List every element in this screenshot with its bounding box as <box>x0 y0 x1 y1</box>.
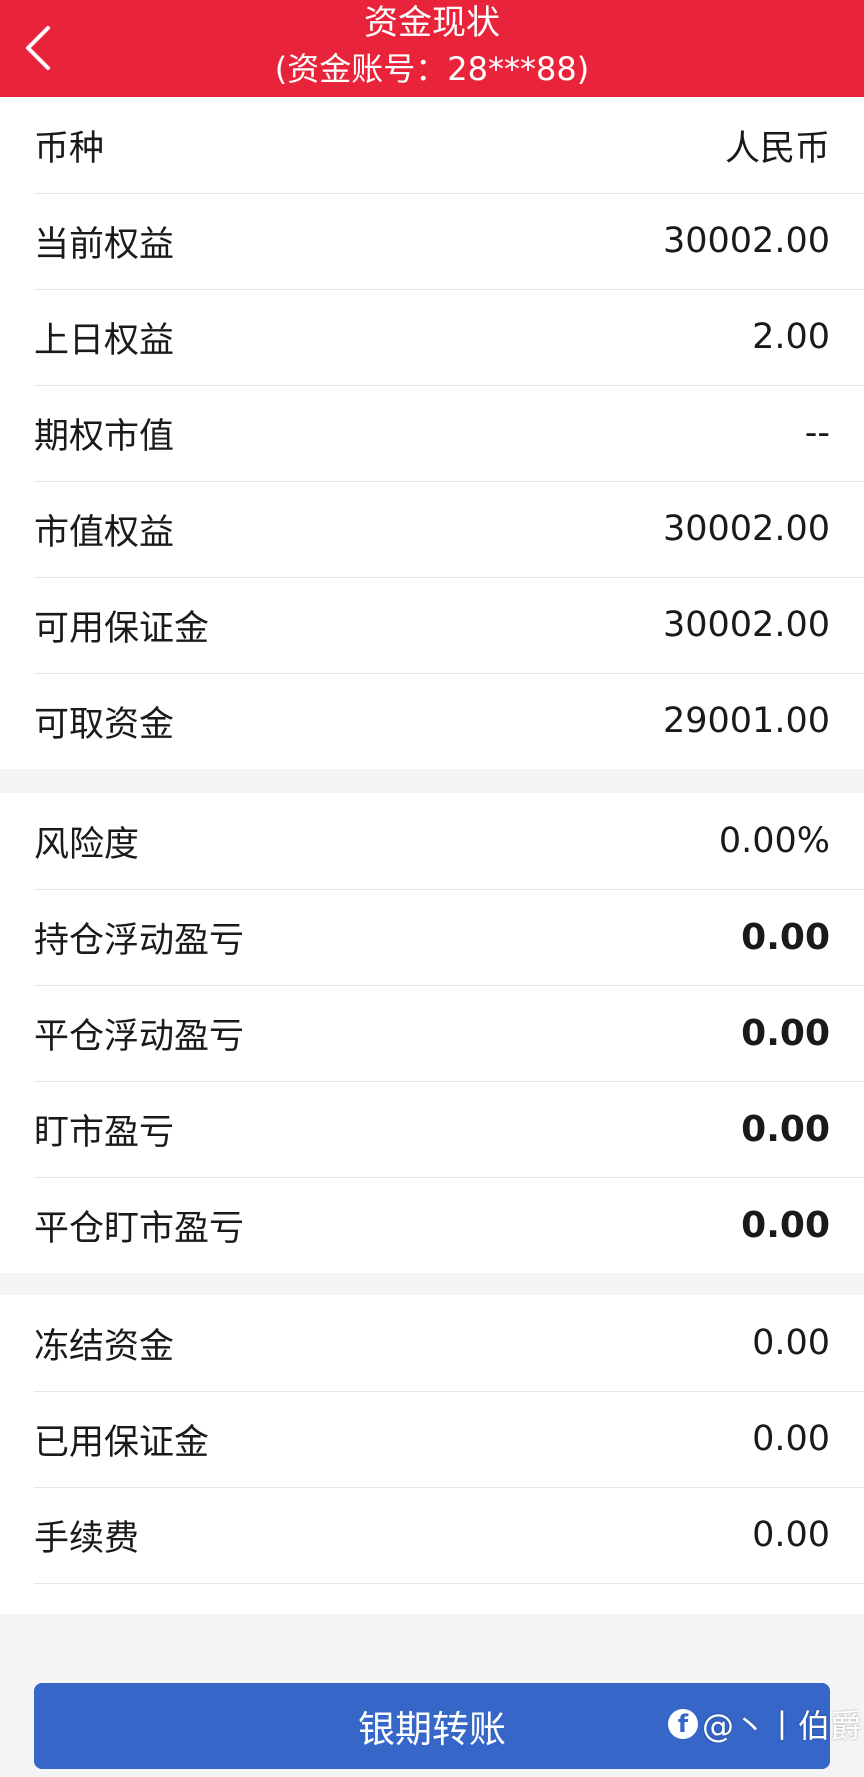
row-current-equity: 当前权益 30002.00 <box>0 193 864 289</box>
row-value: 2.00 <box>752 317 830 357</box>
row-label: 风险度 <box>34 824 140 865</box>
row-currency: 币种 人民币 <box>0 97 864 193</box>
page-title: 资金现状 <box>364 3 500 43</box>
funds-section-3: 冻结资金 0.00 已用保证金 0.00 手续费 0.00 <box>0 1295 864 1614</box>
row-risk-degree: 风险度 0.00% <box>0 793 864 889</box>
row-label: 盯市盈亏 <box>34 1112 175 1153</box>
row-label: 币种 <box>34 128 105 169</box>
row-mark-to-market-pl: 盯市盈亏 0.00 <box>0 1081 864 1177</box>
row-label: 可取资金 <box>34 704 175 745</box>
row-label: 当前权益 <box>34 224 175 265</box>
row-commission: 手续费 0.00 <box>0 1487 864 1583</box>
watermark: f @丶丨伯爵 <box>668 1700 862 1748</box>
funds-section-1: 币种 人民币 当前权益 30002.00 上日权益 2.00 期权市值 -- 市… <box>0 97 864 769</box>
funds-section-2: 风险度 0.00% 持仓浮动盈亏 0.00 平仓浮动盈亏 0.00 盯市盈亏 0… <box>0 793 864 1273</box>
row-withdrawable-funds: 可取资金 29001.00 <box>0 673 864 769</box>
row-label: 已用保证金 <box>34 1422 210 1463</box>
row-market-value-equity: 市值权益 30002.00 <box>0 481 864 577</box>
row-option-market-value: 期权市值 -- <box>0 385 864 481</box>
row-label: 冻结资金 <box>34 1326 175 1367</box>
row-value: 0.00 <box>741 1012 830 1054</box>
row-frozen-funds: 冻结资金 0.00 <box>0 1295 864 1391</box>
row-value: -- <box>804 413 830 453</box>
row-value: 0.00 <box>741 1204 830 1246</box>
row-value: 29001.00 <box>662 701 830 741</box>
row-label: 平仓盯市盈亏 <box>34 1208 245 1249</box>
row-label: 上日权益 <box>34 320 175 361</box>
row-value: 0.00 <box>752 1419 830 1459</box>
row-position-floating-pl: 持仓浮动盈亏 0.00 <box>0 889 864 985</box>
watermark-text: @丶丨伯爵 <box>702 1707 863 1745</box>
row-label: 市值权益 <box>34 512 175 553</box>
row-previous-equity: 上日权益 2.00 <box>0 289 864 385</box>
row-label: 期权市值 <box>34 416 175 457</box>
row-label: 持仓浮动盈亏 <box>34 920 245 961</box>
row-value: 30002.00 <box>662 509 830 549</box>
row-value: 0.00 <box>741 1108 830 1150</box>
row-label: 平仓浮动盈亏 <box>34 1016 245 1057</box>
row-value: 0.00 <box>752 1323 830 1363</box>
row-value: 人民币 <box>724 128 830 169</box>
row-label: 手续费 <box>34 1518 140 1559</box>
row-value: 0.00 <box>752 1515 830 1555</box>
row-close-mark-to-market-pl: 平仓盯市盈亏 0.00 <box>0 1177 864 1273</box>
facebook-logo-icon: f <box>668 1709 698 1739</box>
row-label: 可用保证金 <box>34 608 210 649</box>
row-value: 30002.00 <box>662 605 830 645</box>
row-close-floating-pl: 平仓浮动盈亏 0.00 <box>0 985 864 1081</box>
row-used-margin: 已用保证金 0.00 <box>0 1391 864 1487</box>
row-value: 0.00% <box>718 821 830 861</box>
row-available-margin: 可用保证金 30002.00 <box>0 577 864 673</box>
row-next-partial <box>0 1583 864 1614</box>
account-subtitle: (资金账号：28***88) <box>274 50 590 88</box>
row-value: 30002.00 <box>662 221 830 261</box>
header-bar: 资金现状 (资金账号：28***88) <box>0 0 864 97</box>
row-value: 0.00 <box>741 916 830 958</box>
